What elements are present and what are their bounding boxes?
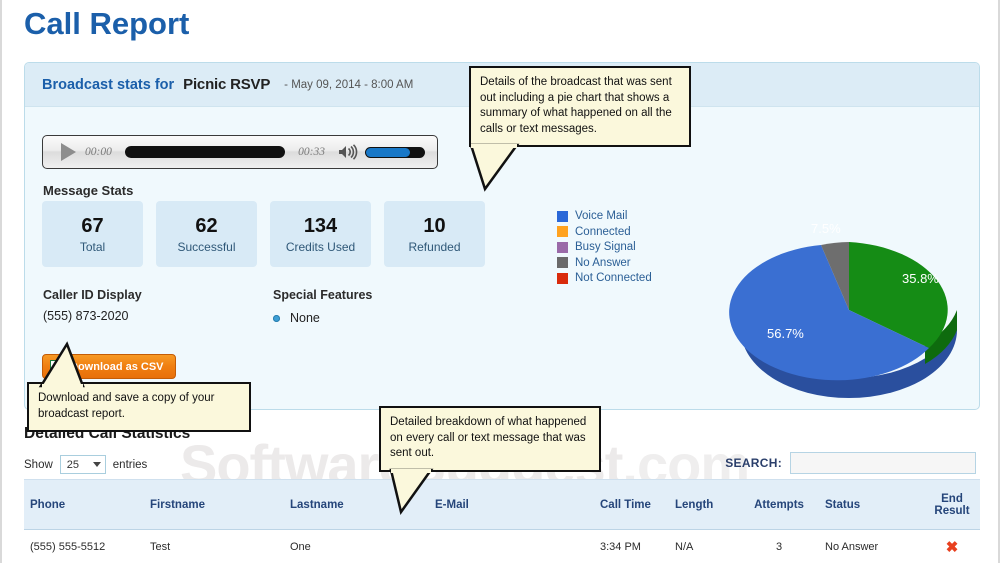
page-title: Call Report — [24, 6, 190, 41]
play-icon[interactable] — [61, 143, 76, 161]
stat-box-refunded: 10 Refunded — [384, 201, 485, 267]
progress-scrubber[interactable] — [124, 146, 286, 158]
stat-value: 67 — [81, 214, 104, 237]
legend-item-no-answer: No Answer — [557, 257, 652, 269]
panel-header-prefix: Broadcast stats for — [42, 76, 175, 93]
tooltip-table-details: Detailed breakdown of what happened on e… — [379, 406, 601, 515]
tooltip-broadcast-details: Details of the broadcast that was sent o… — [469, 66, 691, 192]
cell-lastname: One — [284, 529, 429, 563]
tooltip-tail — [38, 341, 85, 388]
current-time: 00:00 — [85, 146, 112, 158]
stat-label: Total — [79, 239, 106, 254]
bullet-icon — [273, 314, 280, 322]
cell-email — [429, 529, 594, 563]
caller-id-block: Caller ID Display (555) 873-2020 — [43, 288, 142, 323]
end-result-line1: End — [941, 492, 963, 505]
legend-label: Busy Signal — [575, 241, 636, 253]
legend-swatch-icon — [557, 241, 568, 253]
legend-item-not-connected: Not Connected — [557, 272, 652, 284]
col-email[interactable]: E-Mail — [429, 479, 594, 530]
legend-label: No Answer — [575, 256, 631, 269]
search-area: SEARCH: — [725, 452, 976, 474]
show-suffix-label: entries — [112, 458, 148, 471]
col-length[interactable]: Length — [669, 479, 739, 530]
cell-firstname: Test — [144, 529, 284, 563]
call-details-table: Phone Firstname Lastname E-Mail Call Tim… — [24, 479, 980, 563]
search-input[interactable] — [790, 452, 976, 474]
chevron-down-icon — [92, 462, 101, 467]
col-phone[interactable]: Phone — [24, 479, 144, 530]
broadcast-date: - May 09, 2014 - 8:00 AM — [284, 78, 414, 91]
pie-chart: 35.8% 56.7% 7.5% — [729, 205, 969, 405]
stat-label: Credits Used — [285, 239, 356, 254]
tooltip-tail — [469, 143, 520, 192]
cell-attempts: 3 — [739, 529, 819, 563]
stat-label: Successful — [177, 239, 236, 254]
message-stats-label: Message Stats — [43, 183, 134, 198]
tooltip-tail — [389, 468, 434, 515]
stat-box-total: 67 Total — [42, 201, 143, 267]
stat-value: 134 — [303, 214, 338, 237]
stat-value: 62 — [195, 214, 218, 237]
search-label: SEARCH: — [725, 456, 782, 470]
legend-item-voice-mail: Voice Mail — [557, 210, 652, 222]
pie-label-no-answer: 7.5% — [811, 221, 841, 236]
message-stats-row: 67 Total 62 Successful 134 Credits Used … — [42, 201, 485, 267]
red-x-icon: ✖ — [945, 538, 959, 556]
pie-label-voice-mail: 56.7% — [767, 326, 804, 341]
tooltip-download-csv: Download and save a copy of your broadca… — [27, 341, 251, 432]
legend-item-connected: Connected — [557, 226, 652, 238]
caller-id-title: Caller ID Display — [43, 288, 142, 302]
legend-label: Connected — [575, 225, 631, 238]
stat-box-credits-used: 134 Credits Used — [270, 201, 371, 267]
audio-player[interactable]: 00:00 00:33 — [42, 135, 438, 169]
end-result-line2: Result — [934, 504, 970, 517]
col-call-time[interactable]: Call Time — [594, 479, 669, 530]
legend-swatch-icon — [557, 257, 568, 268]
table-row[interactable]: (555) 555-5512 Test One 3:34 PM N/A 3 No… — [24, 529, 980, 563]
speaker-icon[interactable] — [338, 144, 358, 160]
col-status[interactable]: Status — [819, 479, 924, 530]
col-end-result[interactable]: End Result — [924, 479, 980, 530]
show-prefix-label: Show — [24, 458, 53, 471]
entries-value: 25 — [66, 458, 80, 471]
legend-swatch-icon — [557, 226, 568, 237]
volume-slider[interactable] — [365, 146, 425, 158]
special-features-item: None — [273, 311, 372, 325]
legend-swatch-icon — [557, 210, 568, 222]
tooltip-text: Details of the broadcast that was sent o… — [480, 76, 672, 135]
cell-length: N/A — [669, 529, 739, 563]
pie-legend: Voice Mail Connected Busy Signal No Answ… — [557, 210, 652, 288]
legend-swatch-icon — [557, 272, 568, 284]
pie-label-connected: 35.8% — [902, 271, 939, 286]
col-attempts[interactable]: Attempts — [739, 479, 819, 530]
cell-end-result: ✖ — [924, 529, 980, 563]
table-header-row: Phone Firstname Lastname E-Mail Call Tim… — [24, 479, 980, 530]
cell-call-time: 3:34 PM — [594, 529, 669, 563]
special-features-block: Special Features None — [273, 288, 372, 325]
legend-item-busy-signal: Busy Signal — [557, 241, 652, 253]
broadcast-name: Picnic RSVP — [183, 76, 271, 93]
special-features-value: None — [290, 311, 320, 325]
tooltip-text: Download and save a copy of your broadca… — [38, 392, 215, 420]
stat-label: Refunded — [408, 239, 461, 254]
total-time: 00:33 — [298, 146, 325, 158]
stat-value: 10 — [423, 214, 446, 237]
cell-phone: (555) 555-5512 — [24, 529, 144, 563]
page-root: SoftwareSuggest.com Call Report Broadcas… — [0, 0, 1000, 563]
cell-status: No Answer — [819, 529, 924, 563]
col-firstname[interactable]: Firstname — [144, 479, 284, 530]
special-features-title: Special Features — [273, 288, 373, 302]
legend-label: Not Connected — [575, 272, 652, 284]
stat-box-successful: 62 Successful — [156, 201, 257, 267]
entries-per-page-select[interactable]: 25 — [59, 455, 106, 474]
volume-fill — [366, 147, 410, 157]
legend-label: Voice Mail — [575, 210, 628, 222]
tooltip-text: Detailed breakdown of what happened on e… — [390, 416, 587, 459]
show-entries-control: Show 25 entries — [24, 455, 147, 474]
caller-id-value: (555) 873-2020 — [43, 309, 129, 323]
